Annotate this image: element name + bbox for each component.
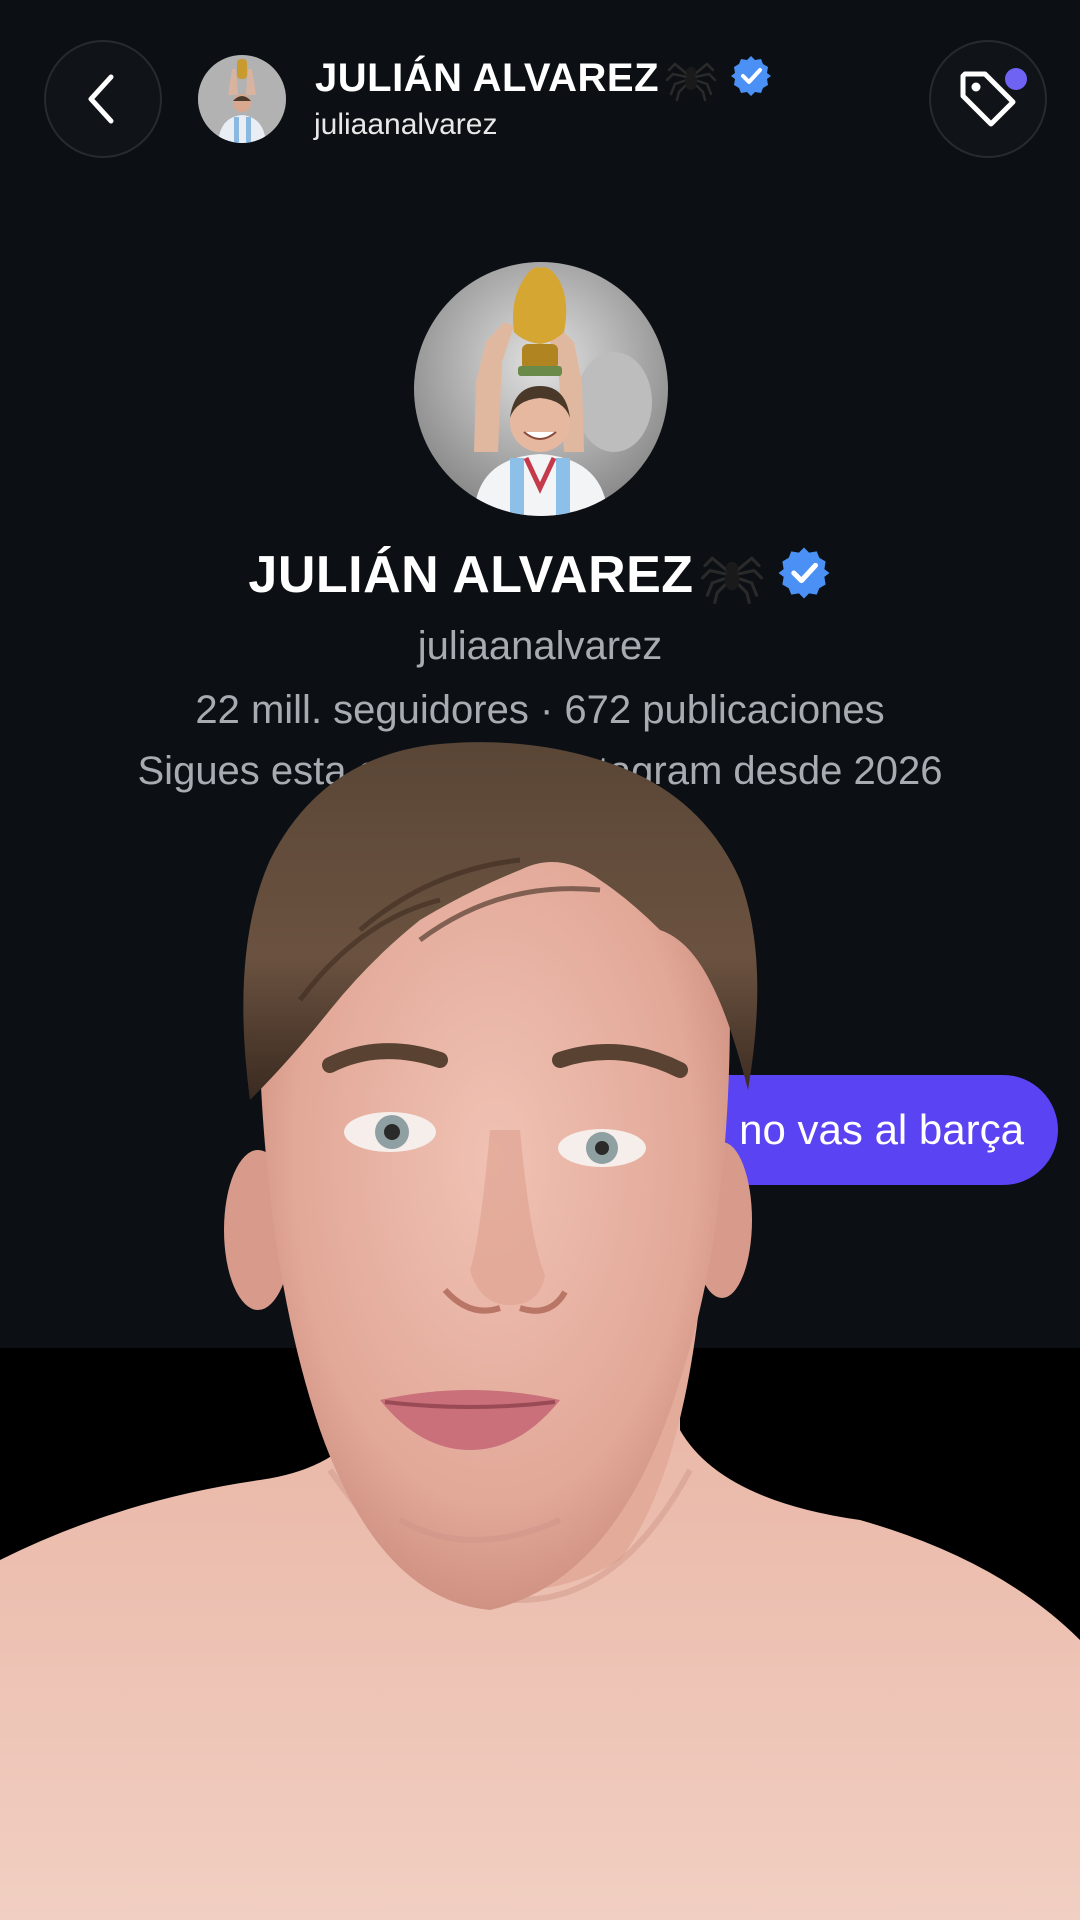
bottom-area bbox=[0, 1348, 1080, 1920]
back-button[interactable] bbox=[44, 40, 162, 158]
instagram-dm-screen: JULIÁN ALVAREZ juliaanalvarez JULIÁN ALV… bbox=[0, 0, 1080, 1920]
profile-title-row: JULIÁN ALVAREZ bbox=[0, 540, 1080, 610]
spider-icon bbox=[700, 541, 764, 610]
profile-name: JULIÁN ALVAREZ bbox=[248, 546, 694, 604]
profile-avatar[interactable] bbox=[414, 262, 668, 516]
chevron-left-icon bbox=[88, 74, 114, 124]
header-name: JULIÁN ALVAREZ bbox=[315, 55, 660, 100]
verified-badge-icon bbox=[776, 545, 832, 606]
profile-follow-since: Sigues esta cuenta de Instagram desde 20… bbox=[137, 749, 943, 793]
header-avatar[interactable] bbox=[198, 55, 286, 143]
verified-badge-icon bbox=[729, 54, 773, 103]
profile-username: juliaanalvarez bbox=[417, 624, 663, 668]
spider-icon bbox=[665, 50, 717, 107]
notification-dot bbox=[1005, 68, 1027, 90]
sent-message-bubble[interactable]: no vas al barça bbox=[600, 1075, 1058, 1185]
header-title-row[interactable]: JULIÁN ALVAREZ bbox=[315, 48, 773, 108]
message-text: no vas al barça bbox=[739, 1106, 1024, 1153]
profile-stats: 22 mill. seguidores · 672 publicaciones bbox=[195, 688, 885, 732]
header-username: juliaanalvarez bbox=[314, 108, 498, 141]
tag-button[interactable] bbox=[929, 40, 1047, 158]
